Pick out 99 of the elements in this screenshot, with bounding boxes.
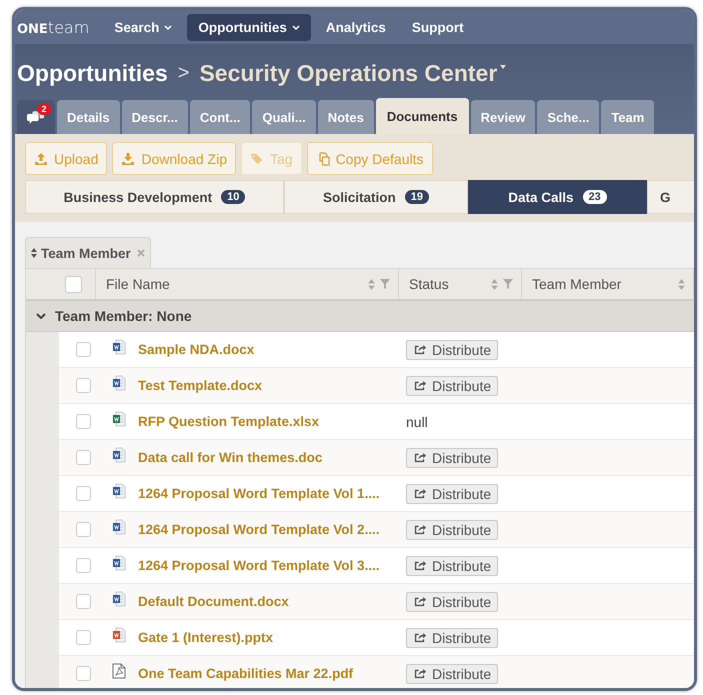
share-icon [413, 487, 426, 500]
share-icon [413, 523, 426, 536]
sort-icon[interactable] [491, 278, 498, 290]
folder-tab[interactable]: Data Calls 23 [468, 180, 647, 214]
file-name-link[interactable]: Sample NDA.docx [138, 342, 254, 357]
share-icon [413, 379, 426, 392]
page-title[interactable]: Security Operations Center [199, 60, 506, 86]
distribute-button[interactable]: Distribute [406, 340, 498, 360]
count-badge: 23 [582, 190, 607, 204]
row-checkbox[interactable] [76, 522, 91, 537]
document-file-icon [112, 410, 126, 426]
chevron-icon [292, 24, 300, 30]
file-name-link[interactable]: One Team Capabilities Mar 22.pdf [138, 666, 354, 681]
sort-icon [31, 248, 37, 258]
document-file-icon [112, 446, 126, 462]
file-name-link[interactable]: Gate 1 (Interest).pptx [138, 630, 274, 645]
group-by-chip[interactable]: Team Member [25, 237, 151, 268]
count-badge: 10 [221, 190, 246, 204]
column-title: Status [409, 276, 450, 292]
tab[interactable]: Documents [376, 98, 469, 134]
nav-menu-item[interactable]: Opportunities [187, 14, 311, 40]
folder-tab[interactable]: Business Development 10 [25, 180, 284, 214]
share-icon [413, 559, 426, 572]
distribute-button[interactable]: Distribute [406, 520, 498, 540]
document-file-icon [112, 554, 126, 570]
file-name-link[interactable]: 1264 Proposal Word Template Vol 3.... [138, 558, 380, 573]
row-checkbox[interactable] [76, 450, 91, 465]
nav-menu-item[interactable]: Search [103, 14, 184, 40]
tab[interactable]: Team [601, 100, 654, 134]
chevron-icon [164, 24, 172, 30]
row-checkbox[interactable] [76, 630, 91, 645]
nav-menu-item[interactable]: Support [400, 14, 475, 40]
pdf-file-icon [112, 662, 126, 678]
column-header[interactable]: Status [399, 269, 522, 299]
distribute-button[interactable]: Distribute [406, 556, 498, 576]
select-all-checkbox[interactable] [65, 276, 82, 292]
document-file-icon [112, 482, 126, 498]
row-checkbox[interactable] [76, 378, 91, 393]
tag-icon [250, 152, 264, 166]
group-label: Team Member: None [55, 308, 192, 324]
distribute-button[interactable]: Distribute [406, 628, 498, 648]
status-text: null [406, 414, 428, 430]
filter-icon[interactable] [380, 279, 390, 289]
document-file-icon [112, 374, 126, 390]
column-header[interactable]: Team Member [522, 269, 694, 299]
share-icon [413, 343, 426, 356]
row-checkbox[interactable] [76, 558, 91, 573]
folder-tab[interactable]: Solicitation 19 [284, 180, 468, 214]
tab[interactable]: Details [57, 100, 120, 134]
file-name-link[interactable]: 1264 Proposal Word Template Vol 1.... [138, 486, 380, 501]
row-checkbox[interactable] [76, 594, 91, 609]
download-icon [121, 152, 136, 166]
count-badge: 19 [404, 190, 429, 204]
row-checkbox[interactable] [76, 342, 91, 357]
chevron-icon[interactable] [36, 313, 46, 319]
distribute-button[interactable]: Distribute [406, 484, 498, 504]
file-name-link[interactable]: 1264 Proposal Word Template Vol 2.... [138, 522, 380, 537]
group-row[interactable]: Team Member: None [26, 301, 694, 332]
document-file-icon [112, 338, 126, 354]
tab[interactable]: Descr... [122, 100, 188, 134]
document-file-icon [112, 518, 126, 534]
tab[interactable]: Quali... [252, 100, 316, 134]
tab[interactable]: Cont... [190, 100, 250, 134]
file-name-link[interactable]: Default Document.docx [138, 594, 289, 609]
share-icon [413, 667, 426, 680]
document-file-icon [112, 626, 126, 642]
share-icon [413, 631, 426, 644]
distribute-button[interactable]: Distribute [406, 376, 498, 396]
column-title: File Name [106, 276, 171, 292]
distribute-button[interactable]: Distribute [406, 448, 498, 468]
file-name-link[interactable]: Test Template.docx [138, 378, 262, 393]
file-name-link[interactable]: Data call for Win themes.doc [138, 450, 322, 465]
notification-badge: 2 [37, 103, 51, 115]
close-icon[interactable] [136, 249, 145, 257]
upload-icon [34, 152, 48, 166]
tab[interactable]: Notes [318, 100, 374, 134]
breadcrumb-link[interactable]: Opportunities [17, 60, 168, 86]
breadcrumb-separator: > [178, 62, 190, 84]
brand-logo[interactable]: ONEteam [17, 18, 90, 36]
tab[interactable]: Sche... [537, 100, 600, 134]
distribute-button[interactable]: Distribute [406, 592, 498, 612]
row-checkbox[interactable] [76, 486, 91, 501]
filter-icon[interactable] [503, 279, 513, 289]
file-name-link[interactable]: RFP Question Template.xlsx [138, 414, 320, 429]
document-file-icon [112, 590, 126, 606]
messages-tab[interactable]: 2 [17, 100, 55, 134]
folder-tab[interactable]: G [647, 180, 694, 214]
sort-icon[interactable] [368, 278, 375, 290]
distribute-button[interactable]: Distribute [406, 664, 498, 684]
tab[interactable]: Review [470, 100, 536, 134]
nav-menu-item[interactable]: Analytics [314, 14, 397, 40]
row-checkbox[interactable] [76, 666, 91, 681]
column-header[interactable]: File Name [96, 269, 399, 299]
share-icon [413, 451, 426, 464]
sort-icon[interactable] [678, 278, 685, 290]
chip-label: Team Member [41, 246, 131, 260]
row-checkbox[interactable] [76, 414, 91, 429]
column-title: Team Member [532, 276, 622, 292]
share-icon [413, 595, 426, 608]
